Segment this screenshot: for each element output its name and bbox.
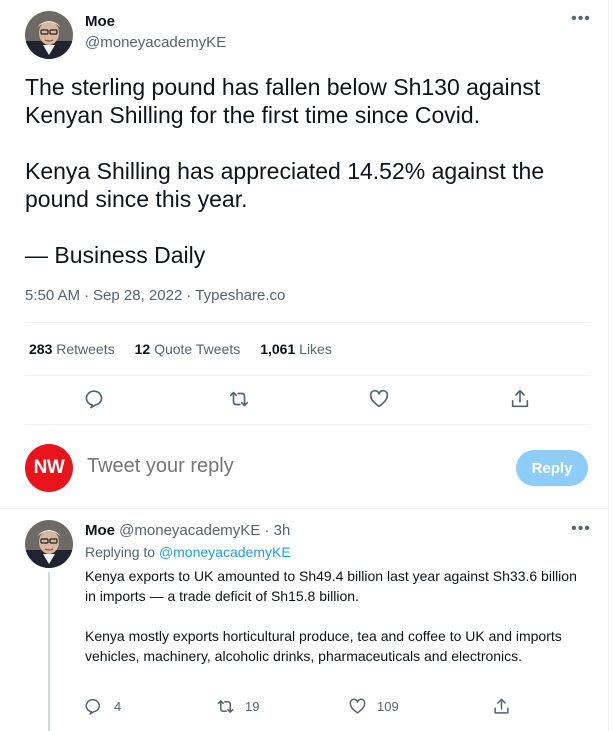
retweet-icon bbox=[217, 700, 234, 713]
like-icon bbox=[349, 698, 366, 714]
reply-time[interactable]: 3h bbox=[274, 522, 291, 539]
author-handle[interactable]: @moneyacademyKE bbox=[85, 34, 226, 51]
ellipsis-icon[interactable]: ••• bbox=[570, 11, 592, 28]
reply-author-handle[interactable]: @moneyacademyKE bbox=[119, 522, 260, 539]
tweet-text: The sterling pound has fallen below Sh13… bbox=[25, 74, 545, 268]
reply-retweet-button[interactable]: 19 bbox=[216, 697, 259, 716]
quotes-stat[interactable]: 12 Quote Tweets bbox=[135, 341, 241, 357]
ellipsis-icon[interactable]: ••• bbox=[570, 521, 592, 538]
replying-label: Replying to bbox=[85, 544, 156, 560]
reply-icon bbox=[85, 699, 100, 715]
reply-like-button[interactable]: 109 bbox=[348, 697, 399, 716]
likes-count: 1,061 bbox=[260, 341, 296, 357]
reply-text: Kenya exports to UK amounted to Sh49.4 b… bbox=[85, 568, 577, 664]
reply-input[interactable] bbox=[87, 455, 487, 478]
retweets-label: Retweets bbox=[56, 341, 115, 357]
reply-icon[interactable] bbox=[83, 386, 109, 412]
retweet-count: 19 bbox=[245, 699, 260, 714]
replying-to: Replying to @moneyacademyKE bbox=[85, 544, 291, 560]
share-icon[interactable] bbox=[507, 386, 533, 412]
author-avatar[interactable] bbox=[25, 11, 73, 59]
divider bbox=[25, 424, 590, 425]
reply-header: Moe @moneyacademyKE · 3h bbox=[85, 522, 291, 539]
reply-author-name[interactable]: Moe bbox=[85, 522, 115, 539]
divider bbox=[25, 322, 590, 323]
likes-stat[interactable]: 1,061 Likes bbox=[260, 341, 332, 357]
author-name[interactable]: Moe bbox=[85, 13, 115, 30]
reply-actions: 4 19 109 bbox=[85, 697, 585, 719]
retweets-stat[interactable]: 283 Retweets bbox=[29, 341, 115, 357]
like-count: 109 bbox=[377, 699, 399, 714]
retweet-icon[interactable] bbox=[226, 386, 252, 412]
divider bbox=[0, 508, 609, 509]
tweet-source[interactable]: Typeshare.co bbox=[195, 287, 285, 304]
tweet-stats: 283 Retweets 12 Quote Tweets 1,061 Likes bbox=[29, 341, 332, 357]
likes-label: Likes bbox=[299, 341, 332, 357]
tweet-detail-page: Moe @moneyacademyKE ••• The sterling pou… bbox=[0, 0, 609, 731]
reply-button[interactable]: Reply bbox=[516, 450, 588, 486]
quotes-count: 12 bbox=[134, 341, 151, 357]
share-icon bbox=[494, 698, 509, 714]
reply-reply-button[interactable]: 4 bbox=[85, 697, 121, 716]
reply-share-button[interactable] bbox=[492, 697, 511, 716]
thread-line bbox=[48, 572, 50, 731]
divider bbox=[25, 375, 590, 376]
tweet-time[interactable]: 5:50 AM bbox=[25, 287, 80, 304]
user-avatar[interactable]: NW bbox=[25, 444, 73, 492]
replying-to-link[interactable]: @moneyacademyKE bbox=[159, 544, 291, 560]
like-icon[interactable] bbox=[366, 386, 392, 412]
tweet-meta: 5:50 AM · Sep 28, 2022 · Typeshare.co bbox=[25, 287, 286, 304]
quotes-label: Quote Tweets bbox=[154, 341, 241, 357]
tweet-actions bbox=[0, 386, 609, 416]
reply-author-avatar[interactable] bbox=[25, 520, 73, 568]
retweets-count: 283 bbox=[29, 341, 53, 357]
reply-count: 4 bbox=[114, 699, 122, 714]
tweet-date[interactable]: Sep 28, 2022 bbox=[93, 287, 182, 304]
